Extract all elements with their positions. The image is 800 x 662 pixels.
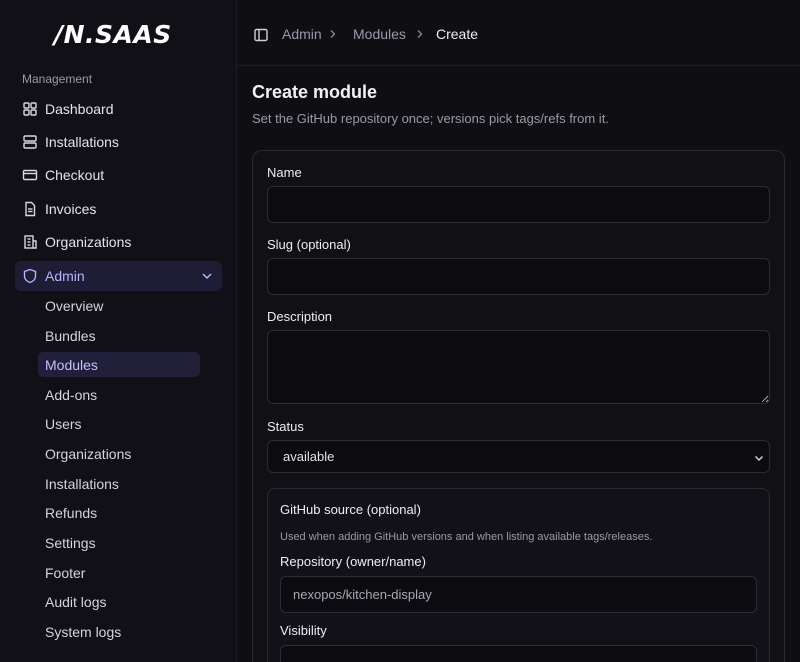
sidebar-item-organizations[interactable]: Organizations [15, 227, 222, 257]
page-title: Create module [252, 82, 378, 102]
slug-label: Slug (optional) [267, 237, 351, 252]
sidebar-section-label: Management [22, 72, 93, 86]
github-source-title: GitHub source (optional) [280, 502, 421, 517]
sidebar-subitem-settings[interactable]: Settings [38, 530, 200, 555]
name-field[interactable] [267, 186, 770, 223]
status-label: Status [267, 419, 304, 434]
sidebar: /N.SAAS Management Dashboard Installatio… [0, 0, 237, 662]
description-label: Description [267, 309, 333, 324]
sidebar-item-label: Installations [45, 134, 119, 150]
description-field[interactable] [267, 330, 770, 404]
sidebar-subitem-modules[interactable]: Modules [38, 352, 200, 377]
sidebar-subitem-audit-logs[interactable]: Audit logs [38, 589, 200, 614]
repository-label: Repository (owner/name) [280, 554, 426, 569]
visibility-label: Visibility [280, 623, 327, 638]
sidebar-subitem-add-ons[interactable]: Add-ons [38, 382, 200, 407]
name-label: Name [267, 165, 302, 180]
sidebar-subitem-footer[interactable]: Footer [38, 560, 200, 585]
sidebar-item-dashboard[interactable]: Dashboard [15, 94, 222, 124]
repository-placeholder: nexopos/kitchen-display [293, 587, 432, 602]
repository-field[interactable]: nexopos/kitchen-display [280, 576, 757, 613]
sidebar-subitem-refunds[interactable]: Refunds [38, 500, 200, 525]
sidebar-subitem-organizations[interactable]: Organizations [38, 441, 200, 466]
status-value: available [283, 449, 335, 464]
status-select[interactable]: available [267, 440, 770, 473]
sidebar-subitem-users[interactable]: Users [38, 411, 200, 436]
chevron-right-icon [417, 30, 423, 38]
credit-card-icon [22, 167, 38, 183]
sidebar-item-label: Invoices [45, 201, 97, 217]
sidebar-subitem-bundles[interactable]: Bundles [38, 323, 200, 348]
chevron-down-icon [754, 455, 764, 462]
sidebar-item-label: Organizations [45, 234, 132, 250]
breadcrumb-create: Create [436, 26, 479, 42]
page-subtitle: Set the GitHub repository once; versions… [252, 111, 609, 126]
sidebar-subitem-system-logs[interactable]: System logs [38, 619, 200, 644]
sidebar-toggle-icon[interactable] [253, 27, 269, 43]
github-source-help: Used when adding GitHub versions and whe… [280, 531, 653, 543]
sidebar-item-label: Dashboard [45, 101, 114, 117]
chevron-right-icon [330, 30, 336, 38]
shield-icon [22, 268, 38, 284]
grid-icon [22, 101, 38, 117]
building-icon [22, 234, 38, 250]
visibility-select[interactable]: private [280, 645, 757, 662]
app-logo[interactable]: /N.SAAS [54, 20, 172, 49]
breadcrumb-admin[interactable]: Admin [282, 26, 322, 42]
sidebar-item-admin[interactable]: Admin [15, 261, 222, 291]
sidebar-item-installations[interactable]: Installations [15, 127, 222, 157]
sidebar-item-label: Admin [45, 268, 85, 284]
sidebar-subitem-installations[interactable]: Installations [38, 471, 200, 496]
sidebar-item-label: Checkout [45, 167, 105, 183]
sidebar-item-invoices[interactable]: Invoices [15, 194, 222, 224]
top-bar: Admin Modules Create [237, 0, 800, 66]
chevron-down-icon[interactable] [200, 269, 214, 283]
sidebar-subitem-overview[interactable]: Overview [38, 293, 200, 318]
file-text-icon [22, 201, 38, 217]
slug-field[interactable] [267, 258, 770, 295]
breadcrumb-modules[interactable]: Modules [353, 26, 406, 42]
sidebar-item-checkout[interactable]: Checkout [15, 160, 222, 190]
server-icon [22, 134, 38, 150]
